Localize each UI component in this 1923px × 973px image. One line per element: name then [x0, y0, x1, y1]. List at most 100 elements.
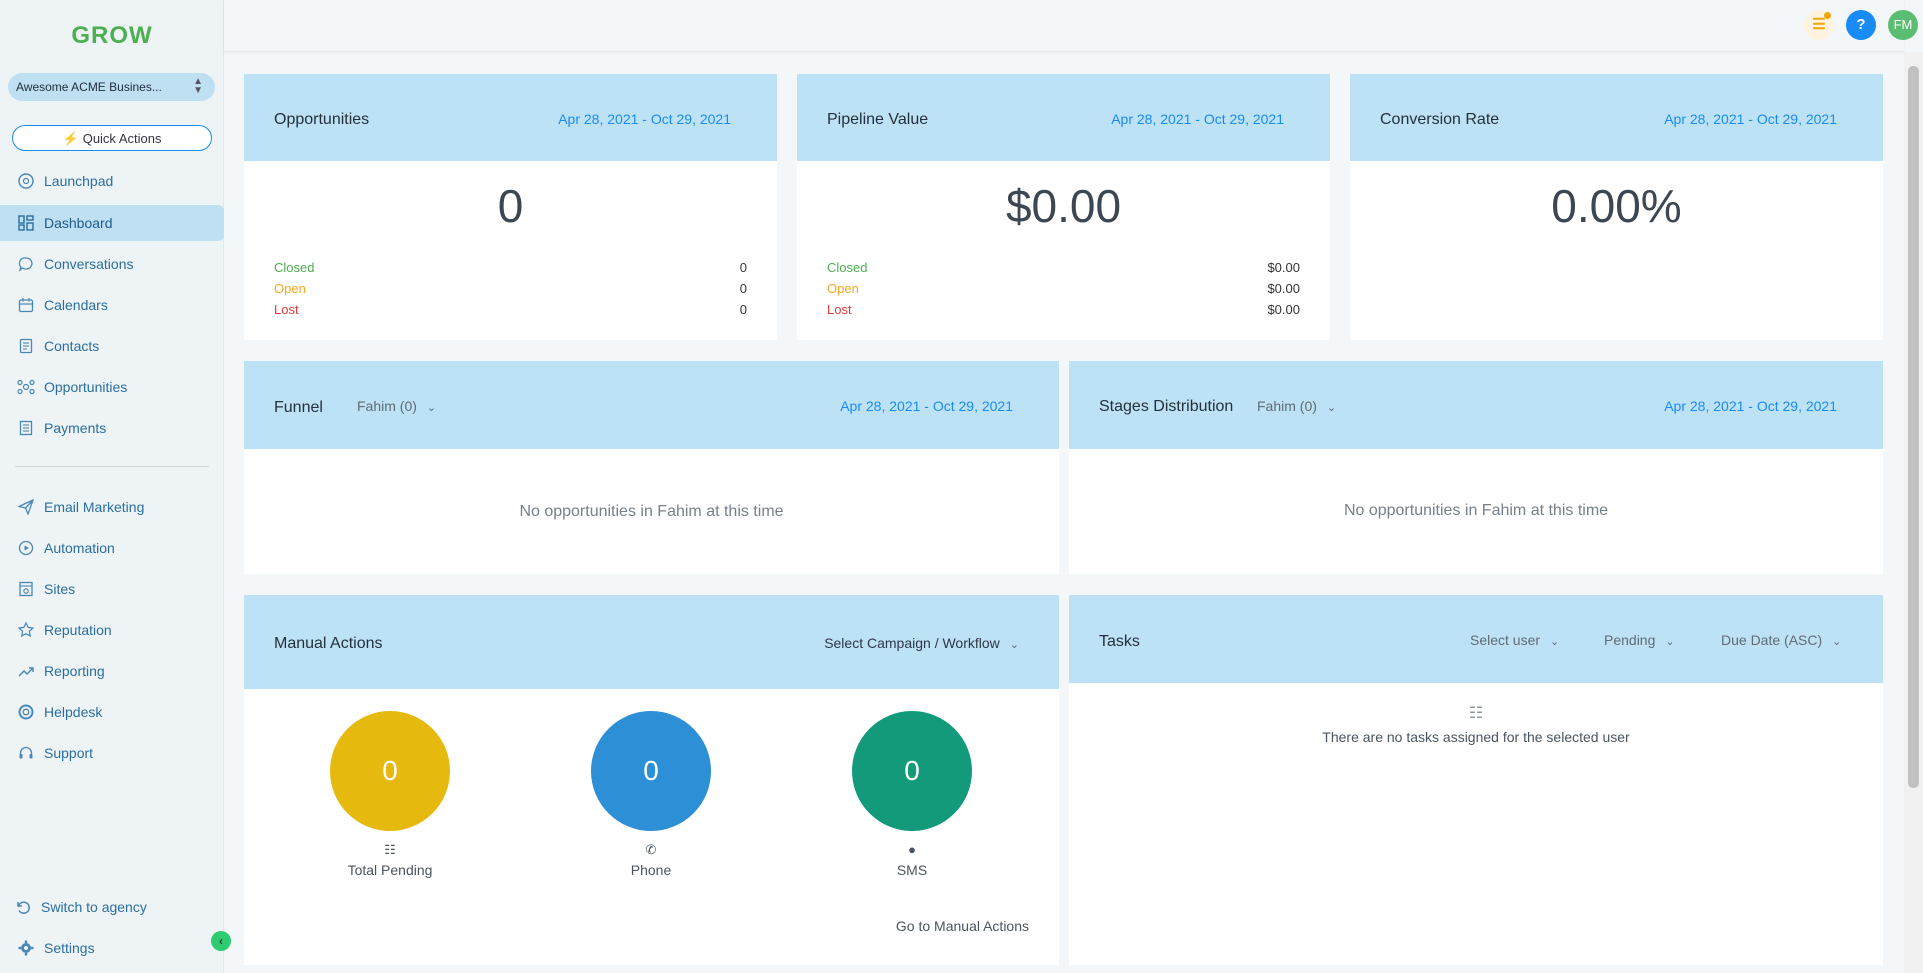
sidebar-item-payments[interactable]: Payments: [0, 410, 224, 446]
question-icon: ?: [1856, 16, 1866, 33]
quick-actions-button[interactable]: ⚡ Quick Actions: [12, 125, 212, 151]
task-list-button[interactable]: ☰: [1804, 10, 1834, 40]
empty-message: There are no tasks assigned for the sele…: [1322, 729, 1630, 745]
empty-message: No opportunities in Fahim at this time: [1343, 502, 1609, 519]
sidebar-item-label: Contacts: [44, 338, 100, 354]
sidebar-item-label: Email Marketing: [44, 499, 145, 515]
collapse-sidebar-button[interactable]: ‹: [211, 931, 231, 951]
sidebar-item-calendars[interactable]: Calendars: [0, 287, 224, 323]
closed-label: Closed: [274, 260, 315, 275]
bolt-icon: ⚡: [62, 131, 79, 146]
quick-actions-label: Quick Actions: [82, 131, 162, 146]
opportunities-total: 0: [497, 180, 524, 232]
sidebar-item-support[interactable]: Support: [0, 735, 224, 771]
sidebar-item-launchpad[interactable]: Launchpad: [0, 163, 224, 199]
settings-button[interactable]: Settings: [0, 930, 224, 966]
status-dropdown[interactable]: Pending ⌄: [1604, 632, 1675, 648]
sms-circle[interactable]: 0: [852, 711, 972, 831]
pipeline-dropdown-value: Fahim (0): [1257, 398, 1317, 414]
pipeline-dropdown[interactable]: Fahim (0) ⌄: [357, 398, 436, 414]
dashboard-icon: [16, 215, 36, 231]
pipeline-dropdown[interactable]: Fahim (0) ⌄: [1257, 398, 1336, 414]
date-range[interactable]: Apr 28, 2021 - Oct 29, 2021: [558, 111, 731, 127]
payments-icon: [16, 420, 36, 436]
sidebar-item-label: Reputation: [44, 622, 112, 638]
sites-icon: [16, 581, 36, 597]
select-user-label: Select user: [1470, 632, 1541, 648]
card-title: Funnel: [274, 399, 323, 416]
card-title: Stages Distribution: [1099, 398, 1234, 415]
sidebar-item-label: Launchpad: [44, 173, 114, 189]
lost-value: $0.00: [1267, 302, 1300, 317]
sidebar-item-opportunities[interactable]: Opportunities: [0, 369, 224, 405]
date-range[interactable]: Apr 28, 2021 - Oct 29, 2021: [1664, 111, 1837, 127]
scrollbar-thumb[interactable]: [1908, 66, 1919, 788]
open-label: Open: [274, 281, 306, 296]
total-pending-label: Total Pending: [347, 862, 433, 878]
sidebar-item-label: Automation: [44, 540, 115, 556]
chevron-left-icon: ‹: [219, 934, 223, 948]
sidebar: GROW Awesome ACME Busines... ▲ ▼ ⚡ Quick A…: [0, 0, 224, 973]
sidebar-item-label: Payments: [44, 420, 107, 436]
card-header: Tasks Select user ⌄ Pending ⌄ Due Date (AS…: [1069, 595, 1883, 683]
date-range[interactable]: Apr 28, 2021 - Oct 29, 2021: [1664, 398, 1837, 414]
go-to-manual-actions-link[interactable]: Go to Manual Actions: [896, 918, 1029, 934]
sidebar-item-email-marketing[interactable]: Email Marketing: [0, 489, 224, 525]
list-icon: ☰: [1812, 16, 1826, 33]
pipeline-value-card: Pipeline Value Apr 28, 2021 - Oct 29, 20…: [797, 74, 1330, 340]
top-bar: ☰ ? FM: [224, 0, 1918, 52]
sidebar-item-sites[interactable]: Sites: [0, 571, 224, 607]
sort-dropdown[interactable]: Due Date (ASC) ⌄: [1721, 632, 1841, 648]
undo-icon: [13, 899, 33, 915]
chevron-down-icon: ⌄: [426, 402, 437, 414]
switch-agency-button[interactable]: Switch to agency: [0, 889, 224, 925]
opportunities-icon: [16, 379, 36, 395]
card-header: Stages Distribution Fahim (0) ⌄ Apr 28, 2…: [1069, 361, 1883, 449]
manual-actions-card: Manual Actions Select Campaign / Workflo…: [244, 595, 1059, 965]
location-name: Awesome ACME Busines...: [16, 80, 162, 94]
sidebar-item-label: Dashboard: [44, 215, 113, 231]
status-label: Pending: [1604, 632, 1656, 648]
sidebar-item-label: Opportunities: [44, 379, 128, 395]
date-range[interactable]: Apr 28, 2021 - Oct 29, 2021: [1111, 111, 1284, 127]
checklist-icon: ☷: [384, 842, 396, 857]
calendar-icon: [16, 297, 36, 313]
switch-agency-label: Switch to agency: [41, 899, 147, 915]
avatar[interactable]: FM: [1888, 10, 1918, 40]
total-pending-circle[interactable]: 0: [330, 711, 450, 831]
app-logo[interactable]: GROW: [0, 22, 224, 50]
sidebar-item-label: Reporting: [44, 663, 105, 679]
card-title: Conversion Rate: [1380, 111, 1500, 128]
sidebar-item-label: Conversations: [44, 256, 134, 272]
sidebar-item-contacts[interactable]: Contacts: [0, 328, 224, 364]
chevron-down-icon: ⌄: [1665, 636, 1675, 648]
campaign-workflow-label: Select Campaign / Workflow: [824, 635, 1000, 651]
pipeline-total: $0.00: [1005, 180, 1122, 232]
tasks-card: Tasks Select user ⌄ Pending ⌄ Due Date (AS…: [1069, 595, 1883, 965]
card-header: Opportunities Apr 28, 2021 - Oct 29, 202…: [244, 74, 777, 161]
contacts-icon: [16, 338, 36, 354]
sidebar-item-helpdesk[interactable]: Helpdesk: [0, 694, 224, 730]
campaign-workflow-dropdown[interactable]: Select Campaign / Workflow ⌄: [824, 635, 1019, 651]
card-header: Conversion Rate Apr 28, 2021 - Oct 29, 2…: [1350, 74, 1883, 161]
sms-label: SMS: [896, 862, 928, 878]
location-switcher[interactable]: Awesome ACME Busines... ▲ ▼: [8, 73, 215, 101]
card-header: Funnel Fahim (0) ⌄ Apr 28, 2021 - Oct 29,…: [244, 361, 1059, 449]
conversion-total: 0.00%: [1551, 180, 1682, 232]
lifebuoy-icon: [16, 704, 36, 720]
sidebar-item-automation[interactable]: Automation: [0, 530, 224, 566]
automation-icon: [16, 540, 36, 556]
empty-message: No opportunities in Fahim at this time: [519, 503, 784, 520]
help-button[interactable]: ?: [1846, 10, 1876, 40]
sidebar-item-reporting[interactable]: Reporting: [0, 653, 224, 689]
date-range[interactable]: Apr 28, 2021 - Oct 29, 2021: [840, 398, 1013, 414]
opportunities-card: Opportunities Apr 28, 2021 - Oct 29, 202…: [244, 74, 777, 340]
select-user-dropdown[interactable]: Select user ⌄: [1470, 632, 1559, 648]
lost-label: Lost: [274, 302, 299, 317]
sidebar-item-reputation[interactable]: Reputation: [0, 612, 224, 648]
chevron-down-icon: ⌄: [1326, 402, 1337, 414]
phone-circle[interactable]: 0: [591, 711, 711, 831]
sort-label: Due Date (ASC): [1721, 632, 1823, 648]
sidebar-item-dashboard[interactable]: Dashboard: [0, 205, 224, 241]
sidebar-item-conversations[interactable]: Conversations: [0, 246, 224, 282]
